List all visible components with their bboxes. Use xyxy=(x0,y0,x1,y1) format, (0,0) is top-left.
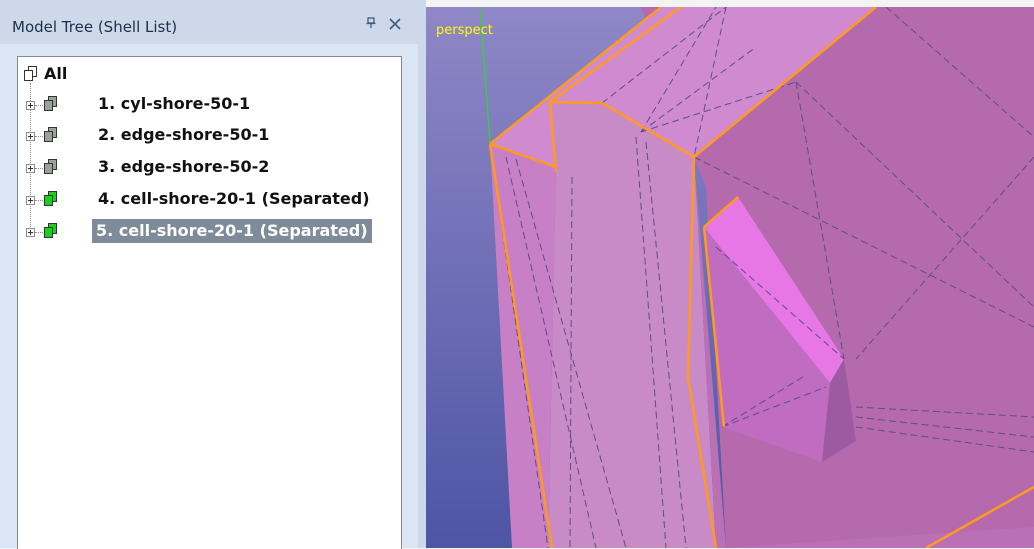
tree-item[interactable]: 3. edge-shore-50-2 xyxy=(18,154,401,182)
tree-item[interactable]: 1. cyl-shore-50-1 xyxy=(18,91,401,119)
expand-icon[interactable] xyxy=(26,101,35,110)
shell-icon xyxy=(44,96,58,111)
expand-icon[interactable] xyxy=(26,228,35,237)
tree-root-label: All xyxy=(44,64,68,83)
tree-root-all[interactable]: All xyxy=(18,61,401,89)
tree-branch-line xyxy=(35,105,43,106)
pin-icon-glyph xyxy=(366,17,376,28)
tree-branch-line xyxy=(35,232,43,233)
tree-branch-line xyxy=(35,200,43,201)
view-mode-label: perspect xyxy=(436,23,493,38)
shell-icon xyxy=(44,191,58,206)
tree-branch-line xyxy=(35,136,43,137)
tree-item[interactable]: 4. cell-shore-20-1 (Separated) xyxy=(18,186,401,214)
panel-title: Model Tree (Shell List) xyxy=(12,18,178,36)
pin-icon[interactable] xyxy=(363,17,379,33)
tree-item-label: 4. cell-shore-20-1 (Separated) xyxy=(98,189,370,208)
close-icon[interactable] xyxy=(386,16,404,34)
3d-viewport[interactable]: perspect xyxy=(426,7,1034,548)
3d-model-view[interactable] xyxy=(426,7,1034,548)
shell-icon xyxy=(44,159,58,174)
tree-item-selected[interactable]: 5. cell-shore-20-1 (Separated) xyxy=(18,218,401,246)
expand-icon[interactable] xyxy=(26,132,35,141)
panel-header: Model Tree (Shell List) xyxy=(0,0,418,44)
shell-list-icon xyxy=(24,66,38,81)
tree-item-label: 2. edge-shore-50-1 xyxy=(98,125,270,144)
model-tree-panel: Model Tree (Shell List) All 1. cyl-shore… xyxy=(0,0,418,549)
panel-splitter[interactable] xyxy=(418,0,426,548)
tree-item[interactable]: 2. edge-shore-50-1 xyxy=(18,122,401,150)
close-icon-glyph xyxy=(389,18,401,30)
tree-item-label: 3. edge-shore-50-2 xyxy=(98,157,270,176)
tree-item-label: 5. cell-shore-20-1 (Separated) xyxy=(92,219,372,243)
expand-icon[interactable] xyxy=(26,164,35,173)
expand-icon[interactable] xyxy=(26,196,35,205)
model-tree[interactable]: All 1. cyl-shore-50-1 2. edge-shore-50-1 xyxy=(17,56,402,549)
shell-icon xyxy=(44,127,58,142)
front-slab-face xyxy=(548,102,716,548)
tree-branch-line xyxy=(35,168,43,169)
shell-icon xyxy=(44,223,58,238)
tree-item-label: 1. cyl-shore-50-1 xyxy=(98,94,251,113)
